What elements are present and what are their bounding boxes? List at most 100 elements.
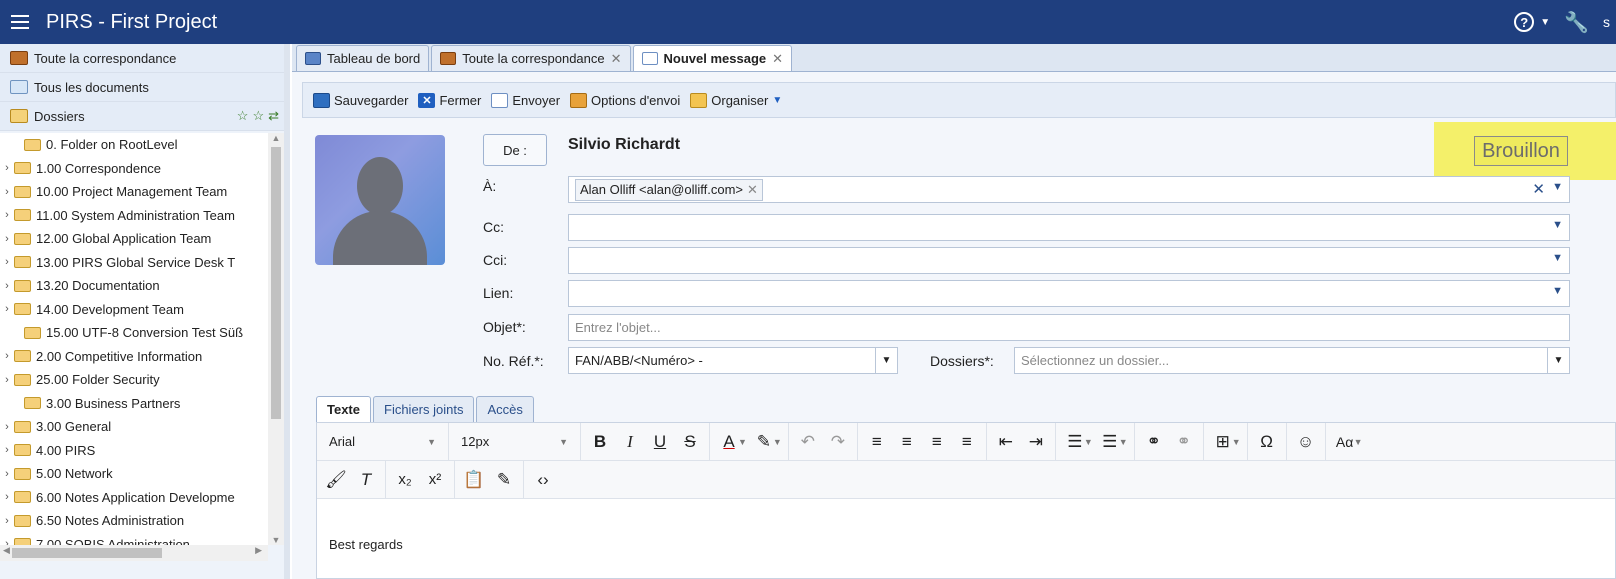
emoji-icon[interactable]: ☺: [1291, 423, 1321, 461]
save-button[interactable]: Sauvegarder: [313, 92, 408, 108]
chevron-down-icon[interactable]: ▼: [1552, 219, 1563, 231]
send-button[interactable]: Envoyer: [491, 92, 560, 108]
send-options-button[interactable]: Options d'envoi: [570, 92, 680, 108]
strikethrough-icon[interactable]: S: [675, 423, 705, 461]
chevron-down-icon[interactable]: ▼: [1552, 181, 1563, 193]
tab-attachments[interactable]: Fichiers joints: [373, 396, 475, 422]
tree-item[interactable]: › 11.00 System Administration Team: [0, 204, 268, 228]
bold-icon[interactable]: B: [585, 423, 615, 461]
unlink-icon[interactable]: ⚭: [1169, 423, 1199, 461]
chevron-right-icon[interactable]: ›: [0, 491, 14, 503]
special-character-icon[interactable]: Ω: [1252, 423, 1282, 461]
align-center-icon[interactable]: ≡: [892, 423, 922, 461]
subject-input[interactable]: Entrez l'objet...: [568, 314, 1570, 341]
editor-content[interactable]: Best regards: [317, 499, 1615, 566]
tree-item[interactable]: › 12.00 Global Application Team: [0, 227, 268, 251]
help-button[interactable]: ? ▼: [1514, 12, 1550, 32]
cc-field[interactable]: ▼: [568, 214, 1570, 241]
folders-select[interactable]: Sélectionnez un dossier... ▼: [1014, 347, 1570, 374]
format-painter-icon[interactable]: 🖌: [321, 461, 351, 499]
tab-dashboard[interactable]: Tableau de bord: [296, 45, 430, 71]
outdent-icon[interactable]: ⇤: [991, 423, 1021, 461]
code-view-icon[interactable]: ‹›: [528, 461, 558, 499]
align-left-icon[interactable]: ≡: [862, 423, 892, 461]
chevron-right-icon[interactable]: ›: [0, 233, 14, 245]
user-menu[interactable]: s: [1603, 14, 1610, 30]
chevron-right-icon[interactable]: ›: [0, 256, 14, 268]
paste-text-icon[interactable]: 📋: [459, 461, 489, 499]
star-outline-icon[interactable]: ☆: [237, 108, 249, 124]
chevron-down-icon[interactable]: ▼: [1232, 437, 1241, 447]
chevron-right-icon[interactable]: ›: [0, 538, 14, 545]
underline-icon[interactable]: U: [645, 423, 675, 461]
tab-new-message[interactable]: Nouvel message ✕: [632, 45, 793, 71]
chevron-down-icon[interactable]: ▼: [1354, 437, 1363, 447]
tree-vertical-scrollbar[interactable]: ▲ ▼: [268, 133, 284, 545]
superscript-icon[interactable]: x²: [420, 461, 450, 499]
tree-item[interactable]: › 6.50 Notes Administration: [0, 509, 268, 533]
chevron-right-icon[interactable]: ›: [0, 444, 14, 456]
scroll-thumb[interactable]: [12, 548, 162, 558]
organize-button[interactable]: Organiser ▼: [690, 92, 782, 108]
italic-icon[interactable]: I: [615, 423, 645, 461]
sidebar-splitter[interactable]: [284, 44, 290, 579]
align-justify-icon[interactable]: ≡: [952, 423, 982, 461]
chevron-right-icon[interactable]: ›: [0, 421, 14, 433]
close-icon[interactable]: ✕: [611, 51, 622, 67]
undo-icon[interactable]: ↶: [793, 423, 823, 461]
chevron-right-icon[interactable]: ›: [0, 515, 14, 527]
font-size-select[interactable]: 12px ▼: [449, 422, 581, 461]
chevron-down-icon[interactable]: ▼: [1084, 437, 1093, 447]
chevron-down-icon[interactable]: ▼: [1552, 285, 1563, 297]
chevron-down-icon[interactable]: ▼: [773, 437, 782, 447]
chevron-right-icon[interactable]: ›: [0, 374, 14, 386]
redo-icon[interactable]: ↷: [823, 423, 853, 461]
chevron-right-icon[interactable]: ›: [0, 350, 14, 362]
tree-item[interactable]: 3.00 Business Partners: [0, 392, 268, 416]
scroll-left-icon[interactable]: ◀: [3, 545, 10, 556]
tree-item[interactable]: › 4.00 PIRS: [0, 439, 268, 463]
tree-item[interactable]: 15.00 UTF-8 Conversion Test Süß: [0, 321, 268, 345]
align-right-icon[interactable]: ≡: [922, 423, 952, 461]
chevron-right-icon[interactable]: ›: [0, 162, 14, 174]
wrench-icon[interactable]: 🔧: [1564, 10, 1589, 35]
tree-item[interactable]: › 13.00 PIRS Global Service Desk T: [0, 251, 268, 275]
indent-icon[interactable]: ⇥: [1021, 423, 1051, 461]
tree-item[interactable]: › 13.20 Documentation: [0, 274, 268, 298]
tree-item[interactable]: › 3.00 General: [0, 415, 268, 439]
chevron-right-icon[interactable]: ›: [0, 209, 14, 221]
remove-recipient-icon[interactable]: ✕: [747, 182, 758, 198]
tree-item[interactable]: › 5.00 Network: [0, 462, 268, 486]
tree-item[interactable]: › 6.00 Notes Application Developme: [0, 486, 268, 510]
star-icon[interactable]: ☆: [252, 108, 264, 124]
close-button[interactable]: ✕ Fermer: [418, 92, 481, 108]
tree-item[interactable]: › 14.00 Development Team: [0, 298, 268, 322]
tab-text[interactable]: Texte: [316, 396, 371, 422]
clear-icon[interactable]: ✕: [1532, 180, 1545, 198]
chevron-down-icon[interactable]: ▼: [1547, 348, 1569, 373]
tree-item[interactable]: 0. Folder on RootLevel: [0, 133, 268, 157]
bcc-field[interactable]: ▼: [568, 247, 1570, 274]
from-button[interactable]: De :: [483, 134, 547, 166]
refresh-icon[interactable]: ⇄: [268, 108, 279, 124]
tree-item[interactable]: › 1.00 Correspondence: [0, 157, 268, 181]
clear-formatting-icon[interactable]: T: [351, 461, 381, 499]
sidebar-item-all-documents[interactable]: Tous les documents: [0, 73, 289, 102]
scroll-down-icon[interactable]: ▼: [268, 535, 284, 545]
edit-icon[interactable]: ✎: [489, 461, 519, 499]
tree-item[interactable]: › 25.00 Folder Security: [0, 368, 268, 392]
chevron-down-icon[interactable]: ▼: [1552, 252, 1563, 264]
to-field[interactable]: Alan Olliff <alan@olliff.com> ✕ ✕ ▼: [568, 176, 1570, 203]
tab-all-correspondence[interactable]: Toute la correspondance ✕: [431, 45, 631, 71]
subscript-icon[interactable]: x₂: [390, 461, 420, 499]
chevron-right-icon[interactable]: ›: [0, 280, 14, 292]
tree-horizontal-scrollbar[interactable]: ◀ ▶: [0, 545, 268, 561]
link-icon[interactable]: ⚭: [1139, 423, 1169, 461]
font-family-select[interactable]: Arial ▼: [317, 422, 449, 461]
scroll-right-icon[interactable]: ▶: [255, 545, 262, 556]
chevron-down-icon[interactable]: ▼: [875, 348, 897, 373]
chevron-right-icon[interactable]: ›: [0, 303, 14, 315]
close-icon[interactable]: ✕: [772, 51, 783, 67]
tab-access[interactable]: Accès: [476, 396, 534, 422]
chevron-down-icon[interactable]: ▼: [1119, 437, 1128, 447]
